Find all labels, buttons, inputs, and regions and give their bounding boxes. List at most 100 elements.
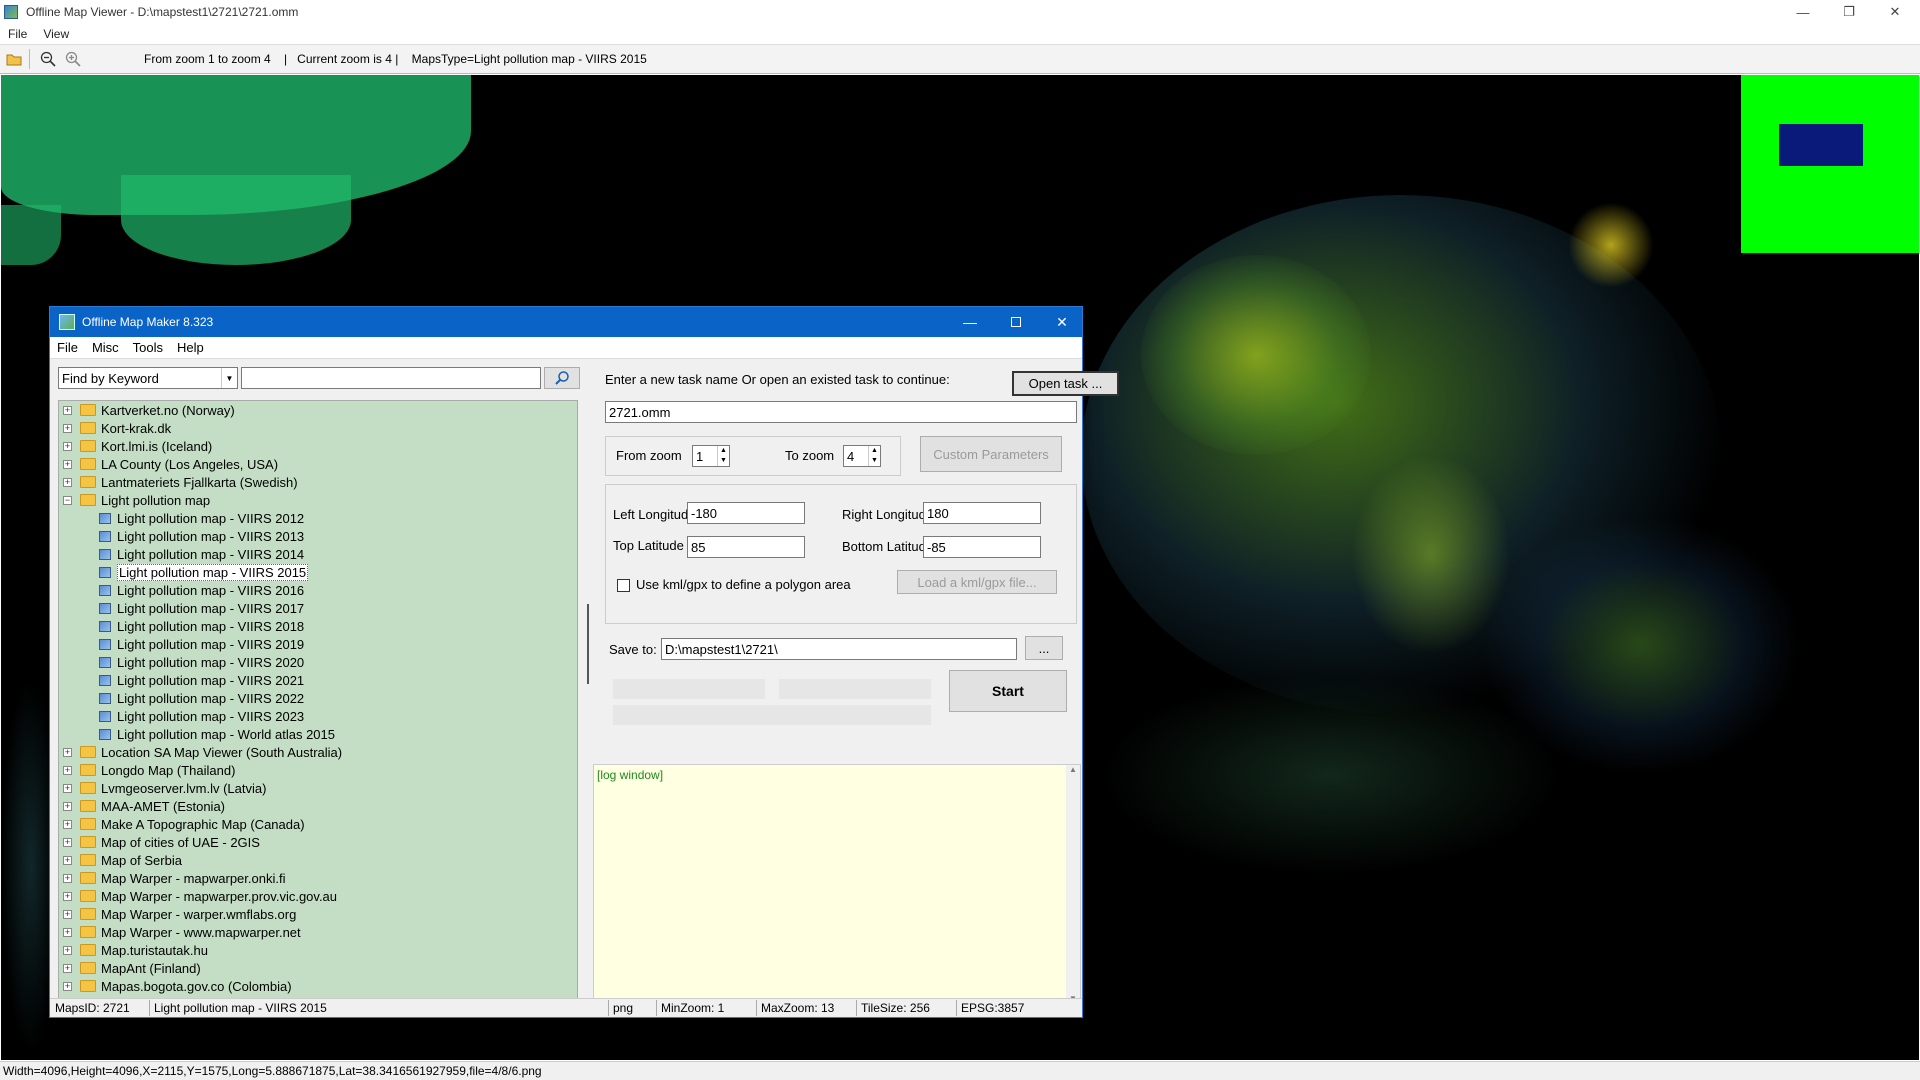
load-kml-button[interactable]: Load a kml/gpx file... — [897, 570, 1057, 594]
log-window[interactable]: [log window] ▲ ▼ — [593, 764, 1081, 1004]
expand-icon[interactable]: + — [63, 423, 72, 433]
minimap[interactable] — [1741, 75, 1919, 253]
expand-icon[interactable]: + — [63, 441, 72, 451]
open-task-button[interactable]: Open task ... — [1012, 371, 1119, 396]
menu-file[interactable]: File — [0, 27, 35, 41]
tree-folder[interactable]: + LA County (Los Angeles, USA) — [59, 455, 577, 473]
minimap-viewport[interactable] — [1779, 124, 1863, 166]
tree-folder[interactable]: + Lantmateriets Fjallkarta (Swedish) — [59, 473, 577, 491]
expand-icon[interactable]: + — [63, 837, 72, 847]
panel-splitter[interactable] — [584, 364, 593, 1004]
tree-map-item[interactable]: Light pollution map - VIIRS 2014 — [59, 545, 577, 563]
menu-view[interactable]: View — [35, 27, 77, 41]
tree-map-item[interactable]: Light pollution map - VIIRS 2015 — [59, 563, 577, 581]
log-scrollbar[interactable]: ▲ ▼ — [1066, 765, 1080, 1003]
expand-icon[interactable]: + — [63, 909, 72, 919]
tree-map-item[interactable]: Light pollution map - VIIRS 2022 — [59, 689, 577, 707]
expand-icon[interactable]: + — [63, 477, 72, 487]
tree-folder[interactable]: + Location SA Map Viewer (South Australia… — [59, 743, 577, 761]
tree-folder[interactable]: + Mapas.bogota.gov.co (Colombia) — [59, 977, 577, 995]
expand-icon[interactable]: + — [63, 981, 72, 991]
folder-icon — [80, 422, 96, 434]
tree-item-label: Lantmateriets Fjallkarta (Swedish) — [101, 474, 298, 490]
tree-map-item[interactable]: Light pollution map - VIIRS 2023 — [59, 707, 577, 725]
expand-icon[interactable]: + — [63, 405, 72, 415]
expand-icon[interactable]: + — [63, 963, 72, 973]
tree-map-item[interactable]: Light pollution map - VIIRS 2018 — [59, 617, 577, 635]
tree-map-item[interactable]: Light pollution map - World atlas 2015 — [59, 725, 577, 743]
minimize-button[interactable]: — — [1780, 0, 1826, 24]
tree-map-item[interactable]: Light pollution map - VIIRS 2020 — [59, 653, 577, 671]
close-button[interactable]: ✕ — [1872, 0, 1918, 24]
tree-folder[interactable]: + Lvmgeoserver.lvm.lv (Latvia) — [59, 779, 577, 797]
keyword-input[interactable] — [241, 367, 541, 389]
start-button[interactable]: Start — [949, 670, 1067, 712]
custom-parameters-button[interactable]: Custom Parameters — [920, 436, 1062, 472]
expand-icon[interactable]: + — [63, 891, 72, 901]
tree-folder[interactable]: + Map Warper - warper.wmflabs.org — [59, 905, 577, 923]
to-zoom-spinner[interactable]: 4 ▲ ▼ — [843, 445, 881, 467]
omm-close-button[interactable]: ✕ — [1039, 307, 1085, 337]
tree-folder[interactable]: + Map Warper - mapwarper.prov.vic.gov.au — [59, 887, 577, 905]
restore-button[interactable]: ❐ — [1826, 0, 1872, 24]
from-zoom-spinner[interactable]: 1 ▲ ▼ — [692, 445, 730, 467]
folder-icon — [80, 926, 96, 938]
omm-minimize-button[interactable]: — — [947, 307, 993, 337]
task-label: Enter a new task name Or open an existed… — [605, 372, 950, 387]
expand-icon[interactable]: + — [63, 783, 72, 793]
tree-folder[interactable]: + Longdo Map (Thailand) — [59, 761, 577, 779]
tree-folder[interactable]: + Map of Serbia — [59, 851, 577, 869]
tree-folder[interactable]: + Make A Topographic Map (Canada) — [59, 815, 577, 833]
tree-folder[interactable]: + Map.turistautak.hu — [59, 941, 577, 959]
tree-folder[interactable]: − Light pollution map — [59, 491, 577, 509]
search-mode-select[interactable]: Find by Keyword ▼ — [58, 367, 238, 389]
expand-icon[interactable]: + — [63, 873, 72, 883]
right-longitude-input[interactable]: 180 — [923, 502, 1041, 524]
open-folder-icon[interactable] — [3, 48, 25, 70]
tree-map-item[interactable]: Light pollution map - VIIRS 2021 — [59, 671, 577, 689]
omm-menu-misc[interactable]: Misc — [85, 340, 126, 355]
expand-icon[interactable]: + — [63, 819, 72, 829]
omm-menu-help[interactable]: Help — [170, 340, 211, 355]
expand-icon[interactable]: + — [63, 927, 72, 937]
tree-folder[interactable]: + MapAnt (Finland) — [59, 959, 577, 977]
save-path-input[interactable]: D:\mapstest1\2721\ — [661, 638, 1017, 660]
tree-map-item[interactable]: Light pollution map - VIIRS 2016 — [59, 581, 577, 599]
expand-icon[interactable]: + — [63, 801, 72, 811]
expand-icon[interactable]: + — [63, 459, 72, 469]
tree-item-label: Light pollution map - VIIRS 2018 — [117, 618, 305, 634]
map-source-tree[interactable]: + Kartverket.no (Norway) + Kort-krak.dk + Kor… — [58, 400, 578, 1000]
tree-folder[interactable]: + MAA-AMET (Estonia) — [59, 797, 577, 815]
viewer-title: Offline Map Viewer - D:\mapstest1\2721\2… — [26, 5, 299, 19]
expand-icon[interactable]: + — [63, 855, 72, 865]
expand-icon[interactable]: + — [63, 945, 72, 955]
tree-map-item[interactable]: Light pollution map - VIIRS 2019 — [59, 635, 577, 653]
expand-icon[interactable]: + — [63, 747, 72, 757]
kml-checkbox[interactable] — [617, 579, 630, 592]
zoom-out-icon[interactable] — [37, 48, 59, 70]
from-zoom-label: From zoom — [616, 448, 682, 463]
omm-menu-file[interactable]: File — [50, 340, 85, 355]
tree-folder[interactable]: + Map Warper - mapwarper.onki.fi — [59, 869, 577, 887]
expand-icon[interactable]: − — [63, 495, 72, 505]
tree-folder[interactable]: + Map Warper - www.mapwarper.net — [59, 923, 577, 941]
expand-icon[interactable]: + — [63, 765, 72, 775]
zoom-in-icon[interactable] — [62, 48, 84, 70]
omm-menu-tools[interactable]: Tools — [126, 340, 170, 355]
tree-folder[interactable]: + Kort-krak.dk — [59, 419, 577, 437]
tree-map-item[interactable]: Light pollution map - VIIRS 2012 — [59, 509, 577, 527]
search-button[interactable] — [544, 367, 580, 389]
tree-map-item[interactable]: Light pollution map - VIIRS 2013 — [59, 527, 577, 545]
omm-maximize-button[interactable] — [993, 307, 1039, 337]
task-name-input[interactable]: 2721.omm — [605, 401, 1077, 423]
tree-folder[interactable]: + Kort.lmi.is (Iceland) — [59, 437, 577, 455]
top-latitude-input[interactable]: 85 — [687, 536, 805, 558]
tree-folder[interactable]: + Map of cities of UAE - 2GIS — [59, 833, 577, 851]
tree-folder[interactable]: + Kartverket.no (Norway) — [59, 401, 577, 419]
save-to-label: Save to: — [609, 642, 657, 657]
bottom-latitude-input[interactable]: -85 — [923, 536, 1041, 558]
left-longitude-input[interactable]: -180 — [687, 502, 805, 524]
browse-button[interactable]: ... — [1025, 636, 1063, 660]
map-icon — [99, 656, 111, 668]
tree-map-item[interactable]: Light pollution map - VIIRS 2017 — [59, 599, 577, 617]
